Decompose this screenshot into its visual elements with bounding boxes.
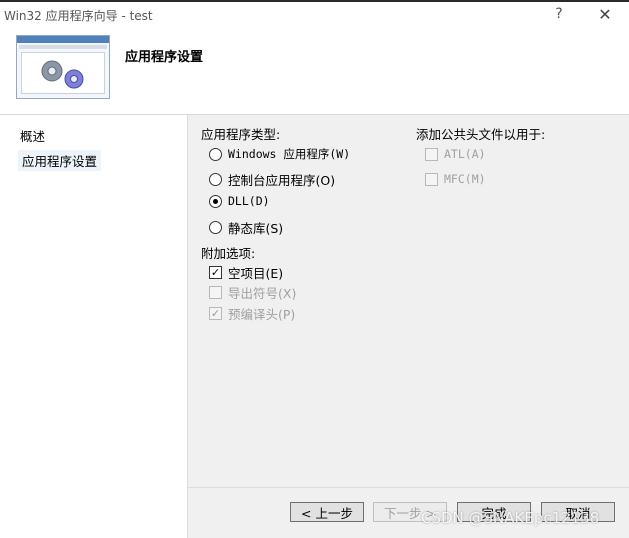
nav-item-overview[interactable]: 概述 (20, 126, 45, 145)
app-type-label: 应用程序类型: (201, 127, 281, 142)
help-icon[interactable]: ? (551, 6, 567, 22)
radio-console-app-label: 控制台应用程序(O) (228, 173, 336, 188)
extra-options-label: 附加选项: (201, 246, 256, 261)
wizard-gears-icon (16, 35, 110, 99)
check-mfc-label: MFC(M) (444, 172, 486, 186)
radio-static-lib-label: 静态库(S) (228, 221, 284, 236)
radio-windows-app[interactable]: Windows 应用程序(W) (209, 146, 350, 162)
settings-panel: 应用程序类型: Windows 应用程序(W) 控制台应用程序(O) DLL(D… (187, 115, 629, 487)
check-empty-project[interactable]: ✓ 空项目(E) (209, 263, 283, 282)
radio-dll-label: DLL(D) (228, 194, 270, 208)
common-headers-label: 添加公共头文件以用于: (416, 127, 546, 142)
check-export-symbols: 导出符号(X) (209, 283, 296, 302)
radio-console-app-control[interactable] (209, 173, 222, 186)
check-export-symbols-label: 导出符号(X) (228, 286, 297, 301)
radio-dll[interactable]: DLL(D) (209, 194, 270, 208)
check-precompiled-header-box: ✓ (209, 307, 222, 320)
close-icon[interactable]: ✕ (596, 5, 614, 24)
page-heading: 应用程序设置 (125, 50, 204, 65)
check-mfc-box (425, 172, 438, 186)
check-empty-project-box[interactable]: ✓ (209, 266, 222, 279)
title-accent (0, 0, 629, 2)
window-title: Win32 应用程序向导 - test (4, 9, 153, 23)
check-precompiled-header-label: 预编译头(P) (228, 307, 296, 322)
check-atl: ATL(A) (425, 147, 486, 161)
gears-icon (41, 60, 84, 89)
wizard-nav: 概述 应用程序设置 (0, 115, 186, 537)
title-bar: Win32 应用程序向导 - test ? ✕ (0, 0, 629, 30)
radio-windows-app-label: Windows 应用程序(W) (228, 147, 351, 161)
check-empty-project-label: 空项目(E) (228, 266, 284, 281)
radio-dll-control[interactable] (209, 194, 222, 208)
check-export-symbols-box (209, 286, 222, 299)
check-mfc: MFC(M) (425, 172, 486, 186)
nav-item-app-settings[interactable]: 应用程序设置 (18, 150, 102, 171)
check-atl-box (425, 147, 438, 161)
radio-static-lib[interactable]: 静态库(S) (209, 218, 283, 237)
radio-windows-app-control[interactable] (209, 147, 222, 161)
check-precompiled-header: ✓ 预编译头(P) (209, 304, 295, 323)
wizard-header: 应用程序设置 (0, 30, 629, 115)
radio-console-app[interactable]: 控制台应用程序(O) (209, 170, 335, 189)
radio-static-lib-control[interactable] (209, 221, 222, 234)
check-atl-label: ATL(A) (444, 147, 486, 161)
back-button[interactable]: < 上一步 (290, 502, 364, 522)
watermark-text: CSDN @SNAKEpc12138 (421, 509, 600, 527)
